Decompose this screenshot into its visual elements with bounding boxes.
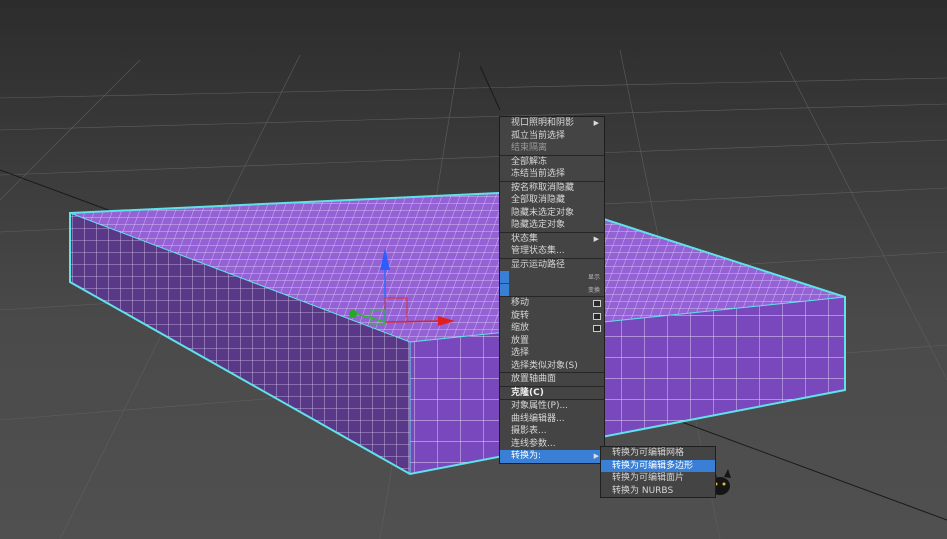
menu-item-9[interactable]: 隐藏未选定对象: [500, 207, 604, 220]
submenu-item-label: 转换为可编辑网格: [612, 448, 685, 458]
submenu-arrow-icon: ▶: [593, 452, 599, 460]
menu-item-label: 克隆(C): [511, 387, 544, 398]
menu-item-28[interactable]: 克隆(C): [500, 387, 604, 400]
menu-item-15[interactable]: 显示运动路径: [500, 259, 604, 272]
menu-item-label: 孤立当前选择: [511, 130, 566, 141]
menu-item-23[interactable]: 选择: [500, 347, 604, 360]
menu-item-21[interactable]: 缩放: [500, 322, 604, 335]
menu-item-label: 转换为:: [511, 451, 542, 461]
menu-item-20[interactable]: 旋转: [500, 310, 604, 323]
menu-item-7[interactable]: 按名称取消隐藏: [500, 182, 604, 195]
3d-viewport[interactable]: [0, 0, 947, 539]
menu-item-10[interactable]: 隐藏选定对象: [500, 219, 604, 232]
settings-box-icon[interactable]: [593, 312, 601, 320]
menu-item-label: 对象属性(P)...: [511, 401, 569, 411]
quad-menu-label[interactable]: 显示: [500, 271, 604, 284]
settings-box-icon[interactable]: [593, 300, 601, 307]
submenu-item-label: 转换为可编辑多边形: [612, 460, 694, 471]
menu-item-32[interactable]: 摄影表...: [500, 425, 604, 438]
menu-item-label: 视口照明和阴影: [511, 118, 575, 128]
menu-item-label: 隐藏未选定对象: [511, 207, 575, 218]
quad-label: 变换: [587, 286, 600, 294]
menu-item-label: 旋转: [511, 310, 530, 321]
menu-item-34[interactable]: 转换为: ▶: [500, 450, 604, 463]
menu-item-label: 管理状态集...: [511, 246, 565, 256]
menu-item-label: 隐藏选定对象: [511, 220, 566, 230]
convert-submenu: 转换为可编辑网格 转换为可编辑多边形 转换为可编辑面片 转换为 NURBS: [600, 446, 716, 498]
submenu-item-3[interactable]: 转换为 NURBS: [601, 485, 715, 498]
menu-item-label: 选择: [511, 348, 530, 358]
menu-item-label: 按名称取消隐藏: [511, 182, 575, 193]
submenu-item-1[interactable]: 转换为可编辑多边形: [601, 459, 715, 472]
menu-item-5[interactable]: 冻结当前选择: [500, 168, 604, 181]
menu-item-24[interactable]: 选择类似对象(S): [500, 360, 604, 373]
menu-item-label: 全部解冻: [511, 156, 548, 167]
menu-item-12[interactable]: 状态集 ▶: [500, 233, 604, 246]
menu-item-31[interactable]: 曲线编辑器...: [500, 413, 604, 426]
menu-item-13[interactable]: 管理状态集...: [500, 245, 604, 258]
menu-item-label: 移动: [511, 298, 530, 308]
menu-item-label: 摄影表...: [511, 426, 547, 436]
menu-item-label: 选择类似对象(S): [511, 360, 578, 371]
submenu-item-label: 转换为可编辑面片: [612, 473, 685, 483]
menu-item-4[interactable]: 全部解冻: [500, 156, 604, 169]
context-menu: 视口照明和阴影 ▶ 孤立当前选择 结束隔离全部解冻冻结当前选择 按名称取消隐藏 全部取消隐…: [499, 116, 605, 464]
submenu-arrow-icon: ▶: [593, 234, 599, 243]
menu-item-0[interactable]: 视口照明和阴影 ▶: [500, 117, 604, 130]
menu-item-label: 冻结当前选择: [511, 169, 566, 179]
quad-bar: [500, 283, 509, 296]
menu-item-19[interactable]: 移动: [500, 297, 604, 310]
menu-item-label: 缩放: [511, 323, 530, 333]
settings-box-icon[interactable]: [593, 325, 601, 332]
submenu-item-label: 转换为 NURBS: [612, 485, 674, 496]
menu-item-33[interactable]: 连线参数...: [500, 438, 604, 451]
menu-item-label: 全部取消隐藏: [511, 195, 566, 205]
menu-item-label: 放置轴曲面: [511, 374, 557, 384]
menu-item-30[interactable]: 对象属性(P)...: [500, 400, 604, 413]
menu-item-label: 结束隔离: [511, 143, 548, 153]
menu-item-label: 连线参数...: [511, 438, 556, 449]
submenu-item-0[interactable]: 转换为可编辑网格: [601, 447, 715, 460]
quad-bar: [500, 271, 509, 283]
quad-menu-label[interactable]: 变换: [500, 283, 604, 297]
submenu-arrow-icon: ▶: [593, 119, 599, 127]
submenu-item-2[interactable]: 转换为可编辑面片: [601, 472, 715, 485]
menu-item-2[interactable]: 结束隔离: [500, 142, 604, 155]
menu-item-label: 曲线编辑器...: [511, 413, 565, 424]
menu-item-22[interactable]: 放置: [500, 335, 604, 348]
menu-item-8[interactable]: 全部取消隐藏: [500, 194, 604, 207]
menu-item-label: 显示运动路径: [511, 259, 566, 270]
menu-item-label: 状态集: [511, 233, 539, 244]
menu-item-1[interactable]: 孤立当前选择: [500, 130, 604, 143]
menu-item-label: 放置: [511, 335, 530, 346]
menu-item-26[interactable]: 放置轴曲面: [500, 373, 604, 386]
